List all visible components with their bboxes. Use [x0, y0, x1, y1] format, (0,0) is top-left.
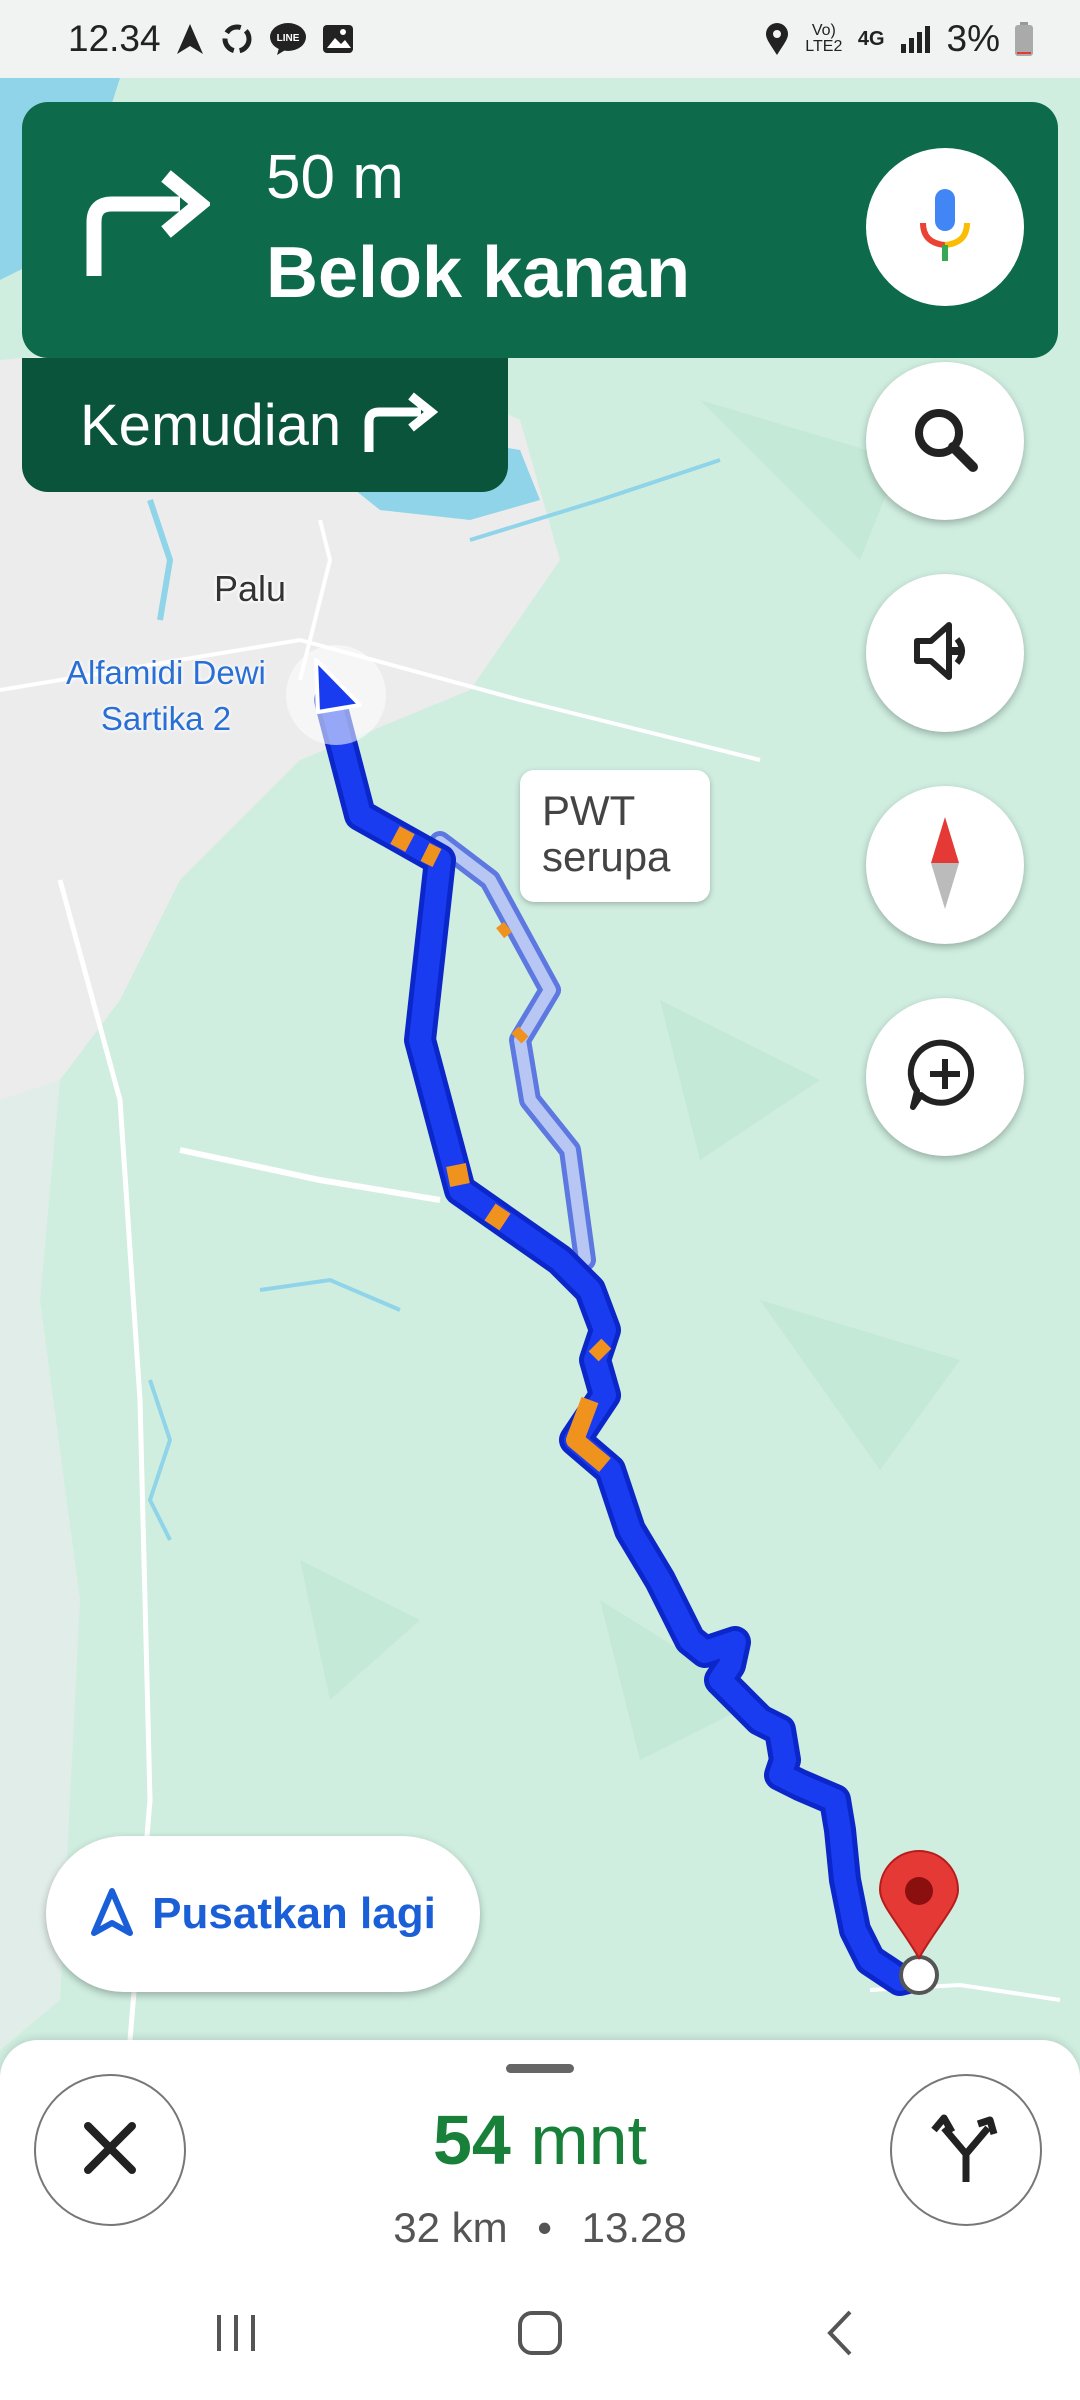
navigation-arrow-icon: [90, 1887, 134, 1942]
status-bar: 12.34 LINE Vo) LTE2 4G 3%: [0, 0, 1080, 78]
back-button[interactable]: [800, 2300, 880, 2370]
svg-text:LINE: LINE: [276, 33, 299, 44]
search-button[interactable]: [866, 362, 1024, 520]
signal-icon: [899, 24, 933, 54]
arrival-time: 13.28: [581, 2204, 687, 2251]
turn-instruction: Belok kanan: [266, 233, 691, 313]
trip-details: 32 km • 13.28: [0, 2204, 1080, 2252]
status-time: 12.34: [68, 18, 161, 59]
volume-icon: [909, 615, 981, 692]
alternative-route-callout[interactable]: PWT serupa: [520, 770, 710, 902]
compass-icon: [915, 813, 975, 918]
poi-label-line1: Alfamidi Dewi: [66, 654, 266, 691]
duration-unit: mnt: [530, 2101, 648, 2179]
poi-label-line2: Sartika 2: [100, 700, 232, 737]
recents-icon: [211, 2311, 261, 2360]
sheet-drag-handle[interactable]: [506, 2064, 574, 2073]
gallery-icon: [321, 22, 355, 56]
turn-right-icon: [80, 164, 212, 289]
system-navigation-bar: [0, 2270, 1080, 2400]
navigation-arrow-icon: [175, 22, 205, 56]
recents-button[interactable]: [196, 2300, 276, 2370]
home-icon: [516, 2309, 564, 2362]
next-step-banner[interactable]: Kemudian: [22, 358, 508, 492]
battery-percent: 3%: [946, 18, 1000, 59]
back-icon: [820, 2308, 860, 2363]
voice-search-button[interactable]: [866, 148, 1024, 306]
add-report-icon: [905, 1035, 985, 1120]
current-location-marker: [286, 645, 386, 745]
search-icon: [909, 403, 981, 480]
poi-label[interactable]: Alfamidi Dewi Sartika 2: [66, 650, 266, 742]
next-turn-right-icon: [361, 388, 441, 463]
turn-distance: 50 m: [266, 143, 404, 212]
callout-line1: PWT: [542, 787, 636, 834]
network-type: 4G: [857, 27, 885, 50]
separator: •: [537, 2204, 552, 2251]
volte-indicator: Vo) LTE2: [805, 22, 843, 55]
sound-button[interactable]: [866, 574, 1024, 732]
trip-distance: 32 km: [393, 2204, 508, 2251]
callout-line2: serupa: [542, 833, 671, 880]
alternative-routes-button[interactable]: [890, 2074, 1042, 2226]
navigation-screen: Palu Alfamidi Dewi Sartika 2 PWT serupa …: [0, 0, 1080, 2400]
add-report-button[interactable]: [866, 998, 1024, 1156]
home-button[interactable]: [500, 2300, 580, 2370]
sync-icon: [219, 21, 255, 57]
line-app-icon: LINE: [269, 22, 307, 56]
battery-icon: [1014, 21, 1034, 57]
recenter-button[interactable]: Pusatkan lagi: [46, 1836, 480, 1992]
duration-number: 54: [432, 2101, 511, 2179]
city-label: Palu: [214, 568, 287, 609]
then-label: Kemudian: [80, 392, 342, 458]
compass-button[interactable]: [866, 786, 1024, 944]
alternate-routes-icon: [926, 2108, 1006, 2193]
microphone-icon: [915, 185, 975, 270]
location-icon: [764, 22, 790, 56]
recenter-label: Pusatkan lagi: [152, 1889, 436, 1938]
